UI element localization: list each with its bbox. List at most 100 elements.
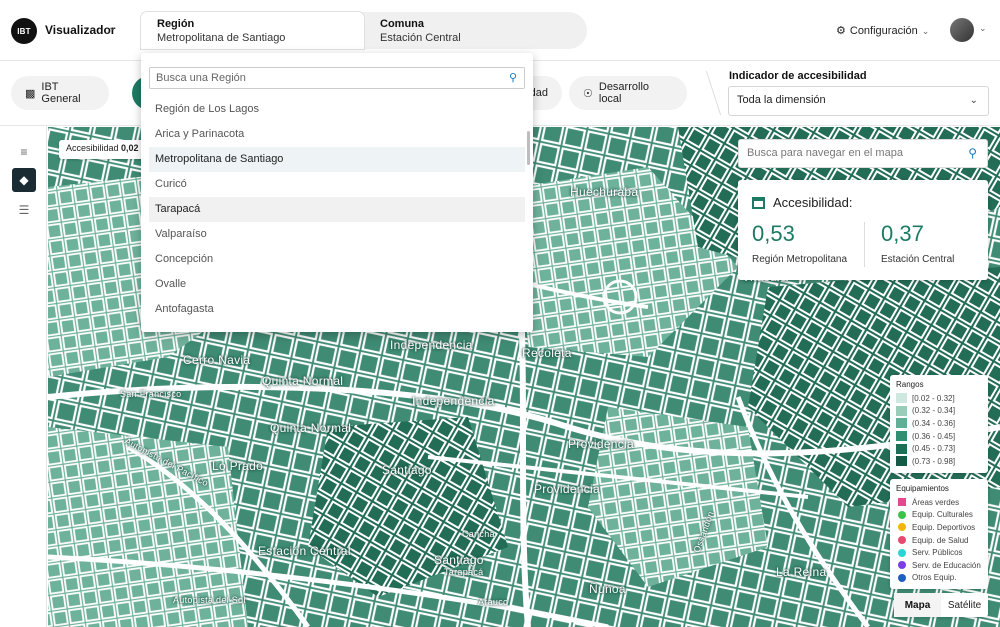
map-label: Lo Prado <box>212 459 264 473</box>
indicator-select[interactable]: Toda la dimensión ⌄ <box>728 86 989 116</box>
map-label: Independencia <box>390 338 473 352</box>
tab-comuna[interactable]: Comuna Estación Central <box>364 12 587 49</box>
desarrollo-local-label: Desarrollo local <box>598 81 650 105</box>
legend-label: (0.32 - 0.34] <box>912 406 956 416</box>
ranges-legend: Rangos [0.02 - 0.32] (0.32 - 0.34] (0.34… <box>890 375 988 473</box>
map-label: Providencia <box>534 482 601 496</box>
legend-swatch <box>896 456 907 467</box>
indicator-label: Indicador de accesibilidad <box>729 70 867 82</box>
accessibility-chip-label: Accesibilidad <box>66 143 119 153</box>
region-option-hovered[interactable]: Tarapacá <box>149 197 525 222</box>
legend-row: Otros Equip. <box>896 572 982 585</box>
config-menu[interactable]: ⚙ Configuración ⌄ <box>836 24 929 37</box>
filter-icon[interactable]: ≡ <box>12 140 36 164</box>
tab-comuna-label: Comuna <box>380 18 424 30</box>
legend-swatch <box>897 548 906 557</box>
config-label: Configuración <box>849 25 918 37</box>
map-label: La Reina <box>776 565 827 579</box>
region-accessibility-value: 0,53 <box>752 221 795 246</box>
legend-label: (0.45 - 0.73] <box>912 444 956 454</box>
region-option[interactable]: Antofagasta <box>149 297 525 322</box>
accessibility-card-header: Accesibilidad: <box>752 195 853 210</box>
avatar[interactable] <box>950 18 974 42</box>
region-option[interactable]: Valparaíso <box>149 222 525 247</box>
map-search-placeholder: Busca para navegar en el mapa <box>747 147 903 159</box>
legend-swatch <box>897 510 906 519</box>
legend-row: (0.34 - 0.36] <box>896 417 982 430</box>
region-accessibility-label: Región Metropolitana <box>752 254 848 265</box>
legend-swatch <box>897 523 906 532</box>
region-option[interactable]: Ovalle <box>149 272 525 297</box>
ranges-legend-title: Rangos <box>896 380 924 389</box>
map-type-satellite-button[interactable]: Satélite <box>941 593 988 617</box>
gear-icon: ⚙ <box>836 25 846 37</box>
map-type-toggle: Mapa Satélite <box>894 593 988 617</box>
legend-label: Serv. Públicos <box>912 548 963 558</box>
layers-icon[interactable]: ◆ <box>12 168 36 192</box>
bar-chart-icon: ▩ <box>25 87 36 100</box>
legend-row: (0.45 - 0.73] <box>896 442 982 455</box>
ibt-logo: IBT <box>11 18 37 44</box>
map-label: Quinta Normal <box>262 374 344 388</box>
building-icon <box>752 196 765 209</box>
equipamientos-legend-title: Equipamientos <box>896 484 949 493</box>
legend-row: (0.36 - 0.45] <box>896 430 982 443</box>
top-header: IBT Visualizador ⌄ Región Metropolitana … <box>0 0 1000 61</box>
legend-row: Áreas verdes <box>896 496 982 509</box>
map-label: Arauco <box>478 597 509 607</box>
legend-swatch <box>897 561 906 570</box>
legend-swatch <box>897 498 906 507</box>
legend-swatch <box>896 405 907 416</box>
side-rail: ≡ ◆ ☰ <box>0 126 47 627</box>
map-label: Huechuraba <box>570 185 639 199</box>
dropdown-scrollbar[interactable] <box>527 131 530 165</box>
accessibility-card: Accesibilidad: 0,53 0,37 Región Metropol… <box>738 180 988 280</box>
region-search-placeholder: Busca una Región <box>156 72 246 84</box>
chevron-down-icon[interactable]: ⌄ <box>108 22 116 33</box>
divider <box>692 71 722 115</box>
tab-comuna-value: Estación Central <box>380 32 461 44</box>
map-label: Estación Central <box>258 544 351 558</box>
map-label: Independencia <box>412 394 495 408</box>
map-label: Ñuñoa <box>589 582 626 596</box>
legend-row: Equip. de Salud <box>896 534 982 547</box>
map-search-input[interactable]: Busca para navegar en el mapa ⚲ <box>738 139 988 168</box>
region-option[interactable]: Concepción <box>149 247 525 272</box>
legend-label: (0.34 - 0.36] <box>912 418 956 428</box>
card-divider <box>864 222 865 267</box>
legend-label: [0.02 - 0.32] <box>912 393 955 403</box>
legend-row: Equip. Deportivos <box>896 521 982 534</box>
search-icon[interactable]: ⚲ <box>968 146 977 160</box>
legend-label: (0.73 - 0.98] <box>912 456 956 466</box>
legend-swatch <box>897 536 906 545</box>
map-label: Providencia <box>568 437 635 451</box>
desarrollo-local-button[interactable]: ☉ Desarrollo local <box>569 76 687 110</box>
search-icon[interactable]: ⚲ <box>509 71 517 84</box>
comuna-accessibility-label: Estación Central <box>881 254 955 265</box>
region-option-selected[interactable]: Metropolitana de Santiago <box>149 147 525 172</box>
region-option[interactable]: Curicó <box>149 172 525 197</box>
legend-label: Equip. Culturales <box>912 510 973 520</box>
list-icon[interactable]: ☰ <box>12 198 36 222</box>
region-search-input[interactable]: Busca una Región ⚲ <box>149 67 525 89</box>
chevron-down-icon[interactable]: ⌄ <box>979 23 987 34</box>
legend-row: [0.02 - 0.32] <box>896 392 982 405</box>
legend-label: Equip. Deportivos <box>912 522 976 532</box>
legend-row: Equip. Culturales <box>896 509 982 522</box>
region-option[interactable]: Arica y Parinacota <box>149 122 525 147</box>
legend-row: Serv. de Educación <box>896 559 982 572</box>
map-label: Santiago <box>382 463 432 477</box>
region-option[interactable]: Región de Los Lagos <box>149 97 525 122</box>
map-label: Santiago <box>434 553 484 567</box>
map-type-map-button[interactable]: Mapa <box>894 593 941 617</box>
indicator-select-value: Toda la dimensión <box>737 94 826 106</box>
chevron-down-icon: ⌄ <box>969 95 978 106</box>
accessibility-card-title: Accesibilidad: <box>773 195 853 210</box>
map-label: Recoleta <box>522 346 572 360</box>
legend-row: (0.32 - 0.34] <box>896 405 982 418</box>
legend-swatch <box>896 418 907 429</box>
app-title[interactable]: Visualizador <box>45 23 115 37</box>
comuna-accessibility-value: 0,37 <box>881 221 924 246</box>
ibt-general-button[interactable]: ▩ IBT General <box>11 76 109 110</box>
tab-region[interactable]: Región Metropolitana de Santiago <box>141 12 364 49</box>
